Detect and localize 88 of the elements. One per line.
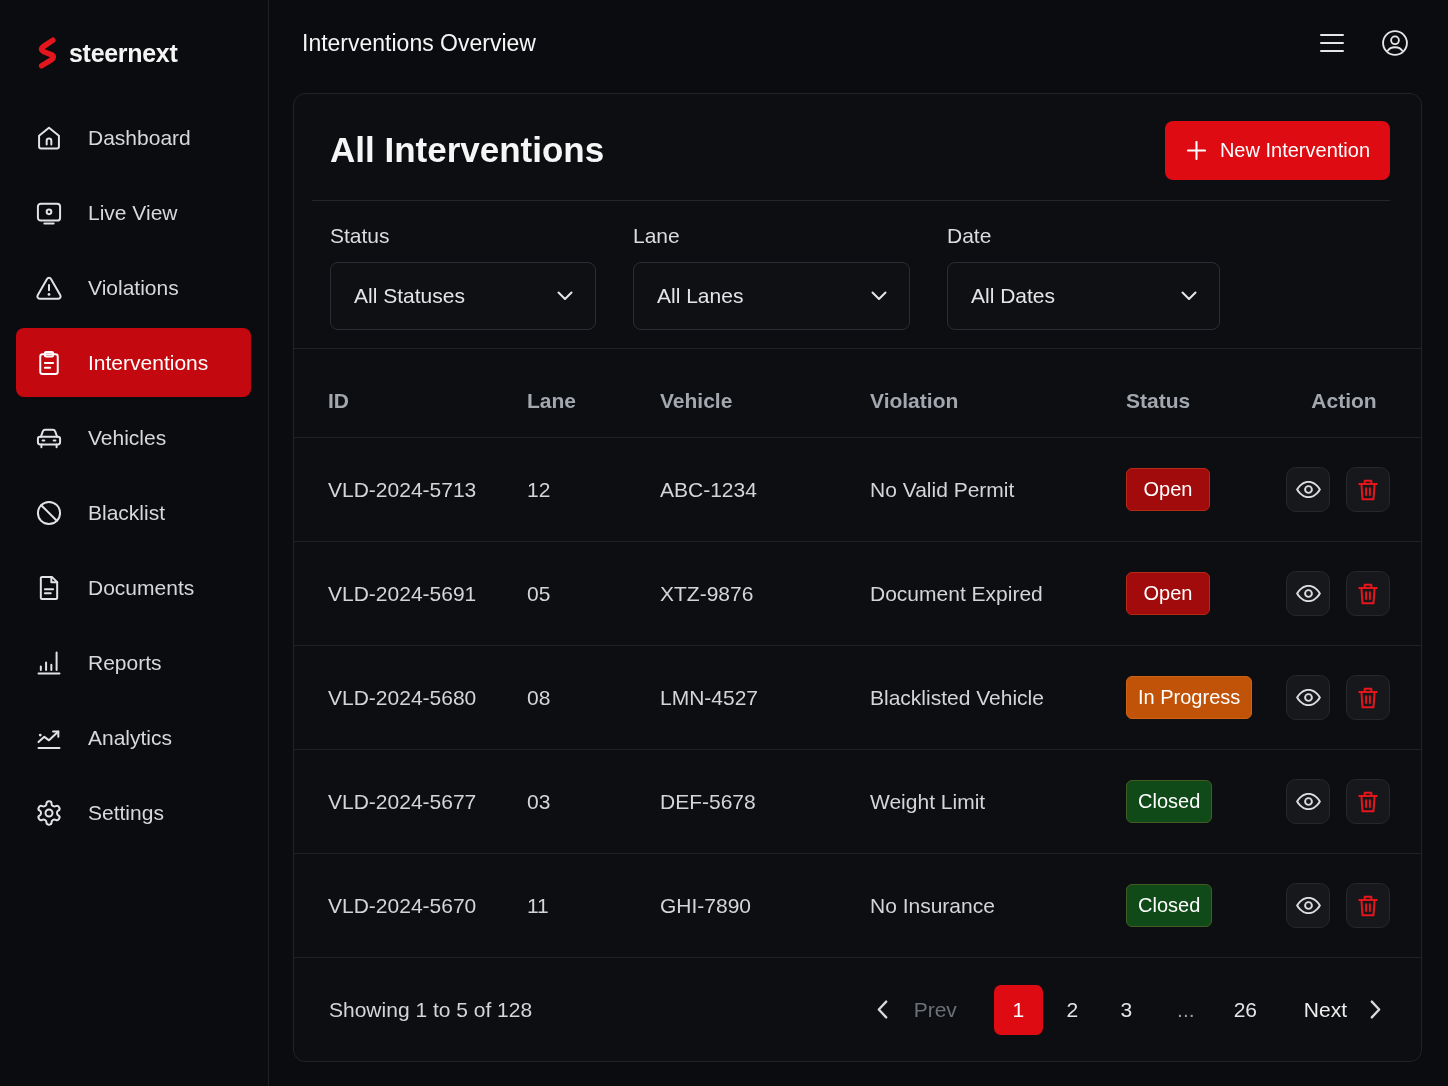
- table-cell-text: DEF-5678: [660, 789, 757, 814]
- filter-label: Lane: [633, 223, 681, 249]
- card-title: All Interventions: [330, 130, 605, 170]
- column-header: Action: [1310, 389, 1378, 413]
- page-button[interactable]: 1: [993, 984, 1043, 1035]
- sidebar-item[interactable]: Live View: [16, 178, 251, 247]
- status-badge: In Progress: [1126, 676, 1253, 719]
- view-button[interactable]: [1286, 467, 1330, 512]
- table-cell-text: 08: [527, 685, 552, 710]
- table-cell-text: VLD-2024-5713: [328, 477, 478, 502]
- status-badge: Open: [1126, 468, 1210, 511]
- ban-icon: [35, 498, 63, 527]
- table-cell-text: LMN-4527: [660, 685, 760, 710]
- eye-icon: [1295, 897, 1321, 914]
- filter-dropdown[interactable]: All Lanes: [633, 262, 910, 330]
- table-cell-text: 03: [527, 789, 552, 814]
- trash-icon: [1358, 894, 1378, 917]
- status-badge: Closed: [1126, 884, 1213, 927]
- sidebar-item[interactable]: Reports: [16, 628, 251, 697]
- sidebar-item[interactable]: Documents: [16, 553, 251, 622]
- table-cell-text: XTZ-9876: [660, 581, 755, 606]
- column-header: Violation: [870, 389, 960, 413]
- view-button[interactable]: [1286, 675, 1330, 720]
- filter-dropdown[interactable]: All Statuses: [330, 262, 596, 330]
- view-button[interactable]: [1286, 883, 1330, 928]
- view-button[interactable]: [1286, 779, 1330, 824]
- eye-icon: [1295, 585, 1321, 602]
- trash-icon: [1358, 478, 1378, 501]
- table-cell-text: 11: [527, 893, 550, 918]
- page-button[interactable]: 26: [1220, 984, 1270, 1035]
- page-button[interactable]: 3: [1101, 984, 1151, 1035]
- trash-icon: [1358, 790, 1378, 813]
- column-header: Status: [1126, 389, 1192, 413]
- sidebar-item[interactable]: Vehicles: [16, 403, 251, 472]
- table-cell-text: GHI-7890: [660, 893, 753, 918]
- eye-icon: [1295, 481, 1321, 498]
- table-cell-text: No Insurance: [870, 893, 996, 918]
- table-cell-text: VLD-2024-5677: [328, 789, 478, 814]
- delete-button[interactable]: [1346, 675, 1390, 720]
- table-cell-text: ABC-1234: [660, 477, 758, 502]
- table-cell-text: 12: [527, 477, 552, 502]
- sidebar-item[interactable]: Dashboard: [16, 103, 251, 172]
- table-cell-text: Blacklisted Vehicle: [870, 685, 1045, 710]
- plus-icon: [1186, 140, 1206, 160]
- chevron-left-icon: [876, 1000, 888, 1019]
- column-header: Lane: [527, 389, 577, 413]
- view-button[interactable]: [1286, 571, 1330, 616]
- menu-icon[interactable]: [1320, 34, 1344, 52]
- chevron-down-icon: [557, 291, 573, 301]
- settings-icon: [35, 798, 63, 827]
- eye-icon: [1295, 689, 1321, 706]
- sidebar-item[interactable]: Blacklist: [16, 478, 251, 547]
- results-summary: Showing 1 to 5 of 128: [329, 997, 533, 1022]
- filter-dropdown[interactable]: All Dates: [947, 262, 1220, 330]
- delete-button[interactable]: [1346, 883, 1390, 928]
- chevron-down-icon: [1181, 291, 1197, 301]
- delete-button[interactable]: [1346, 779, 1390, 824]
- column-header: Vehicle: [660, 389, 734, 413]
- page-title: Interventions Overview: [302, 29, 536, 57]
- trash-icon: [1358, 582, 1378, 605]
- eye-icon: [1295, 793, 1321, 810]
- chevron-down-icon: [871, 291, 887, 301]
- sidebar-item[interactable]: Interventions: [16, 328, 251, 397]
- table-cell-text: VLD-2024-5691: [328, 581, 478, 606]
- sidebar-item[interactable]: Violations: [16, 253, 251, 322]
- chevron-right-icon: [1370, 1000, 1381, 1019]
- sidebar-item[interactable]: Settings: [16, 778, 251, 847]
- user-profile-icon[interactable]: [1382, 30, 1408, 56]
- table-cell-text: Weight Limit: [870, 789, 987, 814]
- column-header: ID: [328, 389, 350, 413]
- table-cell-text: VLD-2024-5680: [328, 685, 478, 710]
- pagination-ellipsis: ...: [1176, 997, 1196, 1022]
- sidebar-item[interactable]: Analytics: [16, 703, 251, 772]
- delete-button[interactable]: [1346, 467, 1390, 512]
- filter-label: Status: [330, 223, 391, 249]
- next-page-button[interactable]: Next: [1303, 997, 1381, 1022]
- table-cell-text: VLD-2024-5670: [328, 893, 478, 918]
- new-intervention-button[interactable]: New Intervention: [1164, 120, 1390, 180]
- delete-button[interactable]: [1346, 571, 1390, 616]
- brand-name: steernext: [69, 38, 178, 68]
- status-badge: Closed: [1126, 780, 1213, 823]
- page-button[interactable]: 2: [1047, 984, 1097, 1035]
- table-cell-text: 05: [527, 581, 552, 606]
- trash-icon: [1358, 686, 1378, 709]
- table-cell-text: Document Expired: [870, 581, 1044, 606]
- status-badge: Open: [1126, 572, 1210, 615]
- table-cell-text: No Valid Permit: [870, 477, 1016, 502]
- filter-label: Date: [947, 223, 993, 249]
